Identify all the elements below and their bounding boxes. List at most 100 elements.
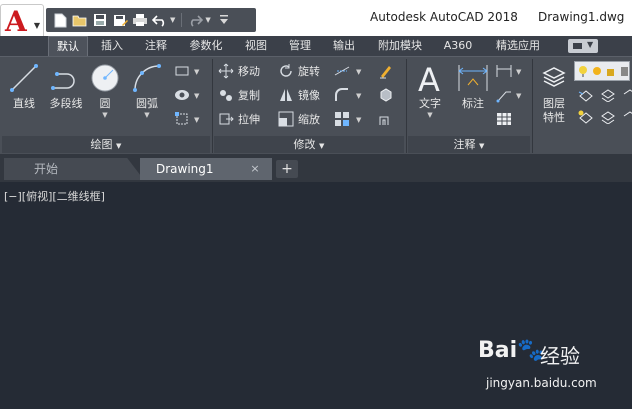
modify-panel-title[interactable]: 修改 ▼ (214, 136, 404, 153)
polyline-button[interactable]: 多段线 (44, 61, 88, 111)
circle-label: 圆 (99, 97, 111, 110)
toolbar-divider (181, 13, 183, 27)
tab-output[interactable]: 输出 (324, 36, 364, 56)
minimize-ribbon-icon (573, 43, 582, 49)
polyline-icon (49, 61, 83, 95)
tab-parametric[interactable]: 参数化 (182, 36, 230, 56)
chevron-down-icon: ▼ (33, 21, 40, 30)
svg-text:A: A (418, 61, 440, 95)
chevron-down-icon[interactable]: ▼ (516, 92, 521, 100)
mirror-icon (278, 87, 294, 103)
annotation-panel-title[interactable]: 注释 ▼ (408, 136, 530, 153)
tab-home[interactable]: 默认 (48, 36, 88, 56)
chevron-down-icon: ▼ (587, 40, 594, 49)
print-icon[interactable] (132, 12, 148, 28)
chevron-down-icon: ▼ (479, 142, 485, 150)
layer-off-icon[interactable] (620, 87, 632, 103)
layer-properties-button[interactable]: 图层 特性 (536, 61, 572, 125)
linear-dimension-icon[interactable] (496, 63, 512, 79)
chevron-down-icon[interactable]: ▼ (356, 68, 361, 76)
tab-view[interactable]: 视图 (236, 36, 276, 56)
rectangle-icon[interactable] (174, 63, 190, 79)
new-tab-button[interactable]: + (276, 160, 298, 178)
tab-manage[interactable]: 管理 (280, 36, 320, 56)
boundary-icon[interactable] (174, 111, 190, 127)
stretch-button[interactable]: 拉伸 (218, 109, 260, 129)
chevron-down-icon[interactable]: ▼ (412, 111, 448, 120)
baidu-watermark: Bai🐾 经验 jingyan.baidu.com (478, 338, 610, 398)
text-icon: A (413, 61, 447, 95)
chevron-down-icon[interactable]: ▼ (356, 92, 361, 100)
tab-add-ins[interactable]: 附加模块 (370, 36, 430, 56)
tab-annotate[interactable]: 注释 (136, 36, 176, 56)
draw-panel-title[interactable]: 绘图 ▼ (2, 136, 210, 153)
redo-icon[interactable] (187, 12, 204, 28)
tab-drawing1-label: Drawing1 (156, 162, 214, 176)
customize-icon[interactable] (216, 12, 232, 28)
fillet-icon[interactable] (334, 87, 350, 103)
text-button[interactable]: A 文字 ▼ (412, 61, 448, 120)
chevron-down-icon[interactable]: ▼ (128, 111, 166, 120)
layer-properties-label-1: 图层 (543, 97, 565, 110)
circle-icon (88, 61, 122, 95)
table-icon[interactable] (496, 111, 512, 127)
layer-freeze-icon[interactable] (578, 109, 594, 125)
mirror-button[interactable]: 镜像 (278, 85, 320, 105)
tab-featured-apps[interactable]: 精选应用 (486, 36, 550, 56)
chevron-down-icon[interactable]: ▼ (194, 116, 199, 124)
annotation-panel-label: 注释 (453, 138, 476, 151)
panel-divider (406, 59, 407, 153)
quick-access-toolbar: ▼ ▼ (46, 8, 256, 32)
dimension-button[interactable]: 标注 (454, 61, 492, 111)
autocad-logo: A (5, 5, 27, 38)
new-icon[interactable] (52, 12, 68, 28)
chevron-down-icon[interactable]: ▼ (356, 116, 361, 124)
save-icon[interactable] (92, 12, 108, 28)
mirror-label: 镜像 (298, 89, 320, 102)
layer-isolate-icon[interactable] (578, 87, 594, 103)
document-tab-bar: 开始 Drawing1 × + (0, 154, 632, 182)
open-icon[interactable] (72, 12, 88, 28)
rotate-button[interactable]: 旋转 (278, 61, 320, 81)
layer-lock-icon[interactable] (600, 109, 616, 125)
tab-a360[interactable]: A360 (436, 36, 480, 56)
erase-icon[interactable] (378, 63, 394, 79)
move-button[interactable]: 移动 (218, 61, 260, 81)
layer-dropdown[interactable] (574, 61, 630, 81)
baidu-logo: Bai🐾 (478, 338, 545, 363)
layer-unlock-icon[interactable] (620, 109, 632, 125)
dimension-icon (456, 61, 490, 95)
line-label: 直线 (13, 97, 35, 110)
viewport-controls[interactable]: [−][俯视][二维线框] (4, 188, 105, 204)
close-icon[interactable]: × (248, 162, 262, 176)
copy-button[interactable]: 复制 (218, 85, 260, 105)
trim-icon[interactable] (334, 63, 350, 79)
leader-icon[interactable] (496, 87, 512, 103)
explode-icon[interactable] (378, 87, 394, 103)
save-as-icon[interactable] (112, 12, 128, 28)
redo-dropdown-icon[interactable]: ▼ (205, 16, 210, 24)
tab-insert[interactable]: 插入 (92, 36, 132, 56)
undo-icon[interactable] (152, 12, 168, 28)
scale-button[interactable]: 缩放 (278, 109, 320, 129)
offset-icon[interactable] (378, 111, 394, 127)
chevron-down-icon[interactable]: ▼ (194, 68, 199, 76)
tab-start[interactable]: 开始 (4, 158, 144, 180)
rotate-icon (278, 63, 294, 79)
undo-dropdown-icon[interactable]: ▼ (170, 16, 175, 24)
chevron-down-icon[interactable]: ▼ (516, 68, 521, 76)
array-icon[interactable] (334, 111, 350, 127)
arc-button[interactable]: 圆弧 ▼ (128, 61, 166, 120)
chevron-down-icon[interactable]: ▼ (194, 92, 199, 100)
layer-match-icon[interactable] (600, 87, 616, 103)
line-button[interactable]: 直线 (6, 61, 42, 111)
circle-button[interactable]: 圆 ▼ (88, 61, 122, 120)
chevron-down-icon: ▼ (116, 142, 122, 150)
ribbon-view-toggle[interactable]: ▼ (568, 39, 598, 53)
draw-panel-label: 绘图 (90, 138, 113, 151)
document-title: Drawing1.dwg (538, 10, 625, 24)
chevron-down-icon[interactable]: ▼ (88, 111, 122, 120)
rotate-label: 旋转 (298, 65, 320, 78)
layer-properties-icon (537, 61, 571, 95)
hatch-icon[interactable] (174, 87, 190, 103)
